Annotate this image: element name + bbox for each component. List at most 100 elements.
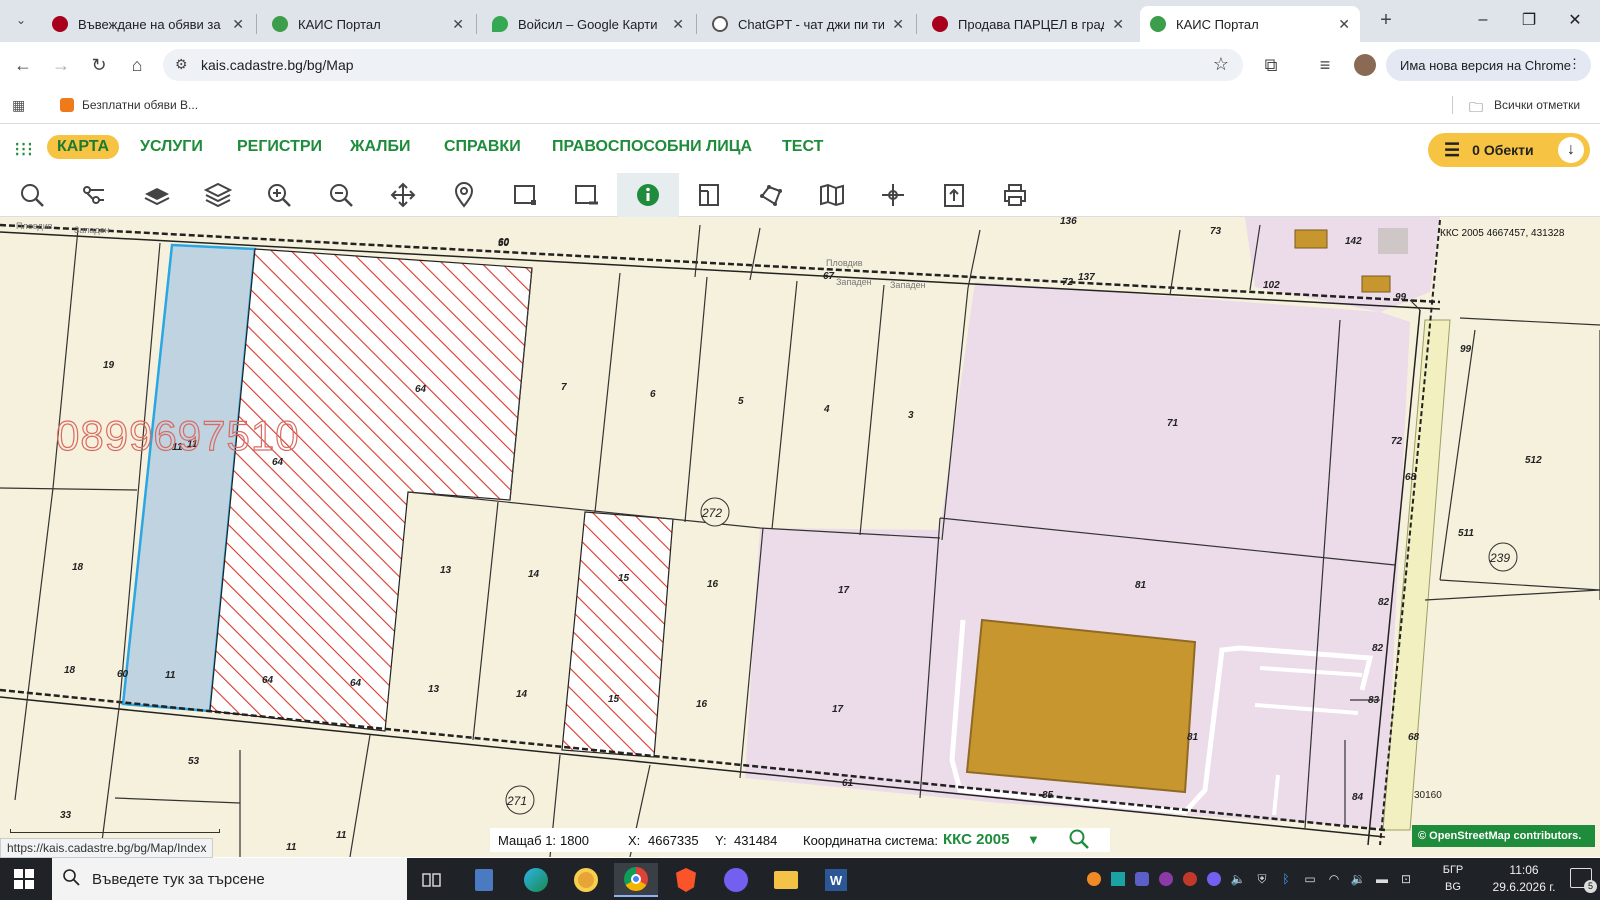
- crs-select[interactable]: ККС 2005: [943, 831, 1009, 848]
- map-pin-icon[interactable]: [433, 173, 495, 217]
- word-icon[interactable]: W: [814, 863, 858, 897]
- tab-search-button[interactable]: ⌄: [6, 5, 36, 35]
- select-rectangle-icon[interactable]: [494, 173, 556, 217]
- close-tab-icon[interactable]: ✕: [232, 16, 244, 33]
- tray-app-icon[interactable]: [1109, 864, 1127, 894]
- browser-tab[interactable]: ChatGPT - чат джи пи ти ✕: [702, 6, 914, 42]
- clock[interactable]: 11:06 29.6.2026 г.: [1484, 862, 1564, 896]
- browser-tab-active[interactable]: КАИС Портал ✕: [1140, 6, 1360, 42]
- task-view-icon[interactable]: [410, 863, 454, 897]
- close-tab-icon[interactable]: ✕: [672, 16, 684, 33]
- tab-title: Въвеждане на обяви за П: [78, 16, 225, 32]
- tray-app-icon[interactable]: [1181, 864, 1199, 894]
- shield-icon[interactable]: ⛨: [1253, 864, 1271, 894]
- edge-browser-icon[interactable]: [514, 863, 558, 897]
- nav-map[interactable]: КАРТА: [47, 135, 120, 159]
- map-icon[interactable]: [801, 173, 863, 217]
- notifications-icon[interactable]: 5: [1570, 868, 1597, 893]
- speaker-icon[interactable]: 🔈: [1229, 864, 1247, 894]
- close-tab-icon[interactable]: ✕: [452, 16, 464, 33]
- deselect-rectangle-icon[interactable]: [555, 173, 617, 217]
- extensions-icon[interactable]: ⧉: [1256, 50, 1286, 80]
- calculator-icon[interactable]: [462, 863, 506, 897]
- scale-value[interactable]: 1800: [560, 833, 589, 848]
- omnibox[interactable]: ⚙ kais.cadastre.bg/bg/Map ☆: [163, 49, 1243, 81]
- chrome-browser-icon[interactable]: [614, 863, 658, 897]
- print-icon[interactable]: [984, 173, 1046, 217]
- file-explorer-icon[interactable]: [764, 863, 808, 897]
- volume-icon[interactable]: 🔉: [1349, 864, 1367, 894]
- objects-button[interactable]: ☰ 0 Обекти ↓: [1428, 133, 1590, 167]
- cadastral-map[interactable]: 19 18 18 11 11 11 64 64 64 64 60 7 6 5 4…: [0, 217, 1600, 857]
- measure-icon[interactable]: [678, 173, 740, 217]
- nav-registers[interactable]: РЕГИСТРИ: [237, 138, 322, 156]
- locate-search-icon[interactable]: [1068, 828, 1090, 853]
- pan-icon[interactable]: [372, 173, 434, 217]
- back-icon[interactable]: ←: [8, 50, 38, 80]
- close-window-icon[interactable]: ✕: [1552, 0, 1598, 40]
- map-canvas[interactable]: 19 18 18 11 11 11 64 64 64 64 60 7 6 5 4…: [0, 217, 1600, 857]
- kais-main-nav: ⁝⁝⁝ КАРТА УСЛУГИ РЕГИСТРИ ЖАЛБИ СПРАВКИ …: [0, 125, 1600, 173]
- tray-app-icon[interactable]: [1157, 864, 1175, 894]
- close-tab-icon[interactable]: ✕: [892, 16, 904, 33]
- viber-icon[interactable]: [714, 863, 758, 897]
- close-tab-icon[interactable]: ✕: [1338, 16, 1350, 33]
- wifi-icon[interactable]: ◠: [1325, 864, 1343, 894]
- browser-tab[interactable]: Въвеждане на обяви за П ✕: [42, 6, 254, 42]
- language-indicator[interactable]: БГР BG: [1436, 862, 1470, 896]
- battery-icon[interactable]: ▬: [1373, 864, 1391, 894]
- browser-tab[interactable]: Войсил – Google Карти ✕: [482, 6, 694, 42]
- media-control-icon[interactable]: ≡: [1310, 50, 1340, 80]
- tree-tool-icon[interactable]: [64, 173, 126, 217]
- bookmark-star-icon[interactable]: ☆: [1213, 54, 1229, 75]
- network-icon[interactable]: ⊡: [1397, 864, 1415, 894]
- tab-divider: [696, 14, 697, 34]
- close-tab-icon[interactable]: ✕: [1112, 16, 1124, 33]
- nav-licensed-persons[interactable]: ПРАВОСПОСОБНИ ЛИЦА: [552, 138, 752, 156]
- taskbar-search[interactable]: Въведете тук за търсене: [52, 858, 407, 900]
- teams-icon[interactable]: [1133, 864, 1151, 894]
- bluetooth-icon[interactable]: ᛒ: [1277, 864, 1295, 894]
- tab-favicon-icon: [1150, 16, 1166, 32]
- browser-tab[interactable]: КАИС Портал ✕: [262, 6, 474, 42]
- parcel-number: 67: [823, 271, 835, 282]
- home-icon[interactable]: ⌂: [122, 50, 152, 80]
- crs-dropdown-icon[interactable]: ▼: [1027, 832, 1040, 847]
- bookmark-item[interactable]: Безплатни обяви В...: [82, 98, 198, 112]
- brave-browser-icon[interactable]: [664, 863, 708, 897]
- maximize-icon[interactable]: ❐: [1506, 0, 1552, 40]
- zoom-out-icon[interactable]: [310, 173, 372, 217]
- tray-app-icon[interactable]: [1085, 864, 1103, 894]
- export-icon[interactable]: [923, 173, 985, 217]
- reload-icon[interactable]: ↻: [84, 50, 114, 80]
- monitor-icon[interactable]: ▭: [1301, 864, 1319, 894]
- chrome-update-button[interactable]: Има нова версия на Chrome ⋮: [1386, 49, 1591, 81]
- layers-tool-icon[interactable]: [187, 173, 249, 217]
- apps-menu-icon[interactable]: ⁝⁝⁝: [14, 137, 33, 162]
- search-tool-icon[interactable]: [1, 173, 63, 217]
- polygon-icon[interactable]: [740, 173, 802, 217]
- osm-attribution[interactable]: © OpenStreetMap contributors.: [1412, 825, 1595, 847]
- minimize-icon[interactable]: –: [1460, 0, 1506, 40]
- profile-avatar[interactable]: [1354, 54, 1376, 76]
- chrome-canary-icon[interactable]: [564, 863, 608, 897]
- browser-tab[interactable]: Продава ПАРЦЕЛ в град ✕: [922, 6, 1134, 42]
- tab-divider: [256, 14, 257, 34]
- nav-services[interactable]: УСЛУГИ: [140, 138, 203, 156]
- nav-references[interactable]: СПРАВКИ: [444, 138, 521, 156]
- viber-tray-icon[interactable]: [1205, 864, 1223, 894]
- layer-tool-icon[interactable]: [126, 173, 188, 217]
- coordinates-icon[interactable]: [862, 173, 924, 217]
- info-icon[interactable]: [617, 173, 679, 217]
- nav-complaints[interactable]: ЖАЛБИ: [350, 138, 410, 156]
- apps-grid-icon[interactable]: ▦: [12, 97, 25, 114]
- nav-test[interactable]: ТЕСТ: [782, 138, 823, 156]
- forward-icon[interactable]: →: [46, 50, 76, 80]
- more-menu-icon[interactable]: ⋮: [1568, 56, 1581, 72]
- zoom-in-icon[interactable]: [248, 173, 310, 217]
- windows-start-icon[interactable]: [14, 869, 34, 889]
- all-bookmarks-link[interactable]: Всички отметки: [1494, 98, 1580, 112]
- parcel-number: 81: [1135, 580, 1147, 591]
- site-info-icon[interactable]: ⚙: [175, 56, 188, 73]
- new-tab-button[interactable]: +: [1371, 5, 1401, 35]
